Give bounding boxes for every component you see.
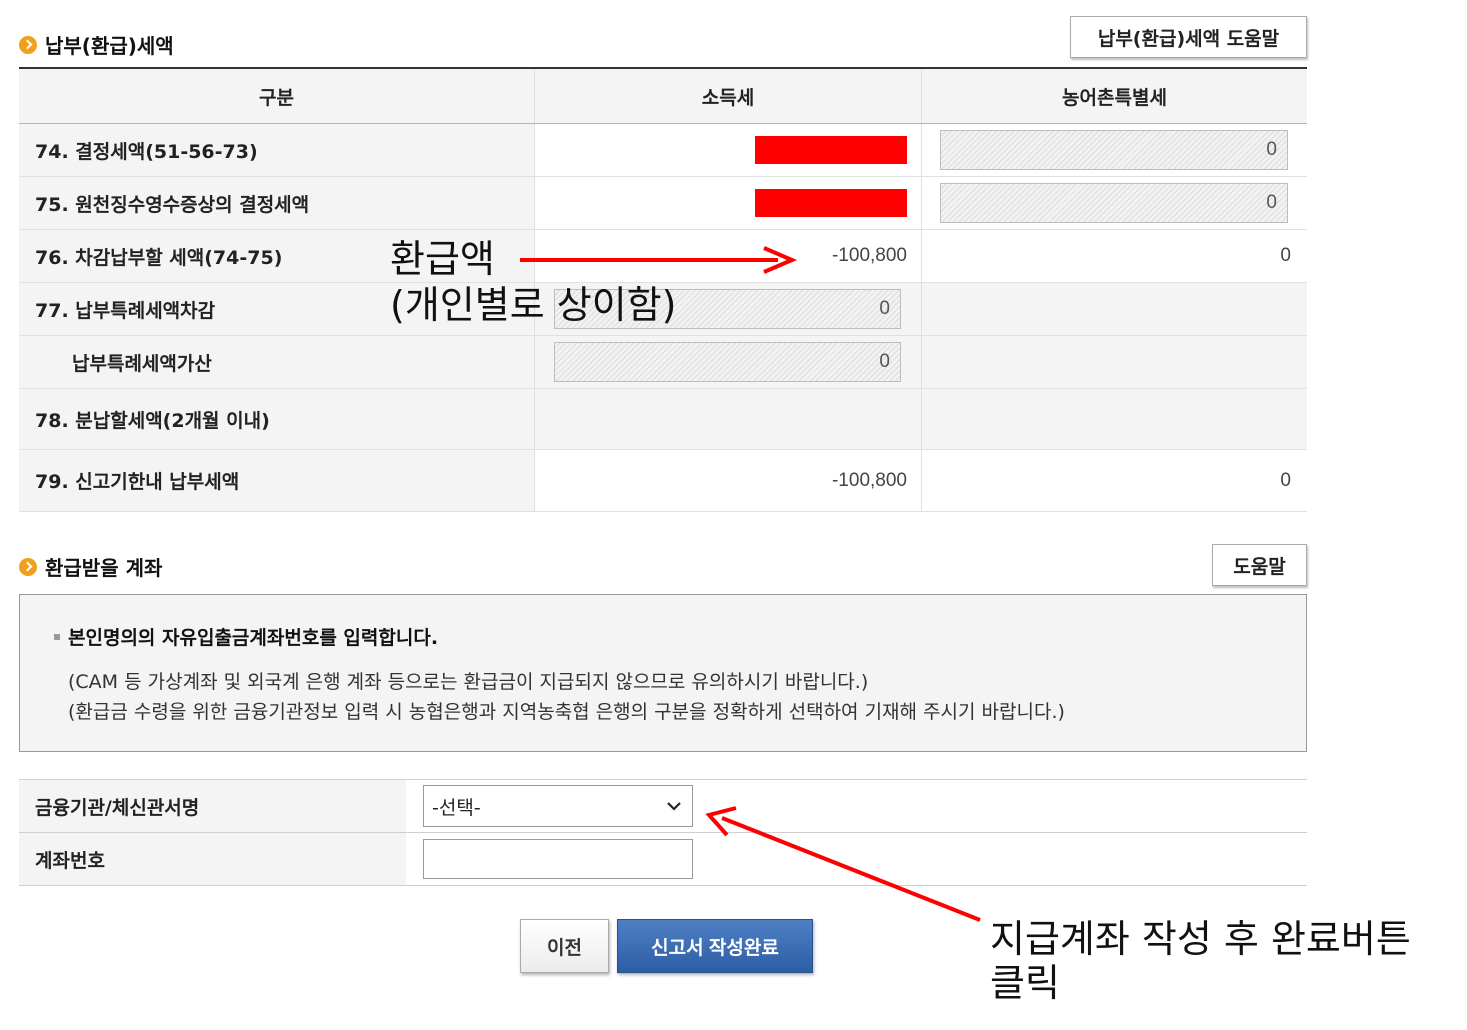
bank-cell: -선택- xyxy=(406,780,1307,832)
bank-label: 금융기관/체신관서명 xyxy=(19,780,406,832)
orange-bullet-icon xyxy=(19,557,37,576)
account-cell xyxy=(406,833,1307,885)
notice-main-text: 본인명의의 자유입출금계좌번호를 입력합니다. xyxy=(68,627,439,649)
income-tax-cell: -100,800 xyxy=(534,450,921,511)
income-tax-cell xyxy=(534,177,921,229)
bank-select[interactable]: -선택- xyxy=(423,785,693,827)
row-label: 79. 신고기한내 납부세액 xyxy=(19,450,534,511)
refund-help-button[interactable]: 도움말 xyxy=(1212,544,1307,586)
income-tax-cell xyxy=(534,389,921,449)
chevron-down-icon xyxy=(667,802,681,811)
notice-line-1: (CAM 등 가상계좌 및 외국계 은행 계좌 등으로는 환급금이 지급되지 않… xyxy=(68,671,869,693)
table-row: 74. 결정세액(51-56-73) 0 xyxy=(19,124,1307,177)
income-tax-cell: 0 xyxy=(534,336,921,388)
notice-line-2: (환급금 수령을 위한 금융기관정보 입력 시 농협은행과 지역농축협 은행의 … xyxy=(68,701,1065,723)
table-row: 납부특례세액가산 0 xyxy=(19,336,1307,389)
click-annotation-line1: 지급계좌 작성 후 완료버튼 xyxy=(990,917,1411,961)
bank-select-value: -선택- xyxy=(432,796,481,819)
account-number-input[interactable] xyxy=(423,839,693,879)
orange-bullet-icon xyxy=(19,35,37,54)
account-table: 금융기관/체신관서명 -선택- 계좌번호 xyxy=(19,779,1307,886)
income-tax-cell xyxy=(534,124,921,176)
rural-tax-cell: 0 xyxy=(921,450,1307,511)
redaction-box xyxy=(755,189,907,217)
complete-button[interactable]: 신고서 작성완료 xyxy=(617,919,813,973)
header-category: 구분 xyxy=(19,69,534,123)
rural-tax-value: 0 xyxy=(1280,245,1291,266)
header-rural-tax: 농어촌특별세 xyxy=(921,69,1307,123)
square-bullet-icon xyxy=(54,633,60,640)
rural-tax-value: 0 xyxy=(1280,469,1291,491)
refund-section-title: 환급받을 계좌 xyxy=(19,552,162,581)
redaction-box xyxy=(755,136,907,164)
prev-button[interactable]: 이전 xyxy=(520,919,609,973)
income-tax-cell: -100,800 xyxy=(534,230,921,282)
refund-annotation-line1: 환급액 xyxy=(390,237,495,281)
tax-table-header: 구분 소득세 농어촌특별세 xyxy=(19,69,1307,124)
refund-annotation-line2: (개인별로 상이함) xyxy=(390,283,677,327)
tax-help-button[interactable]: 납부(환급)세액 도움말 xyxy=(1070,16,1307,58)
special-addition-field: 0 xyxy=(554,342,901,382)
tax-section-title: 납부(환급)세액 xyxy=(19,30,174,59)
table-row: 78. 분납할세액(2개월 이내) xyxy=(19,389,1307,450)
row-label: 납부특례세액가산 xyxy=(19,336,534,388)
rural-tax-cell: 0 xyxy=(921,177,1307,229)
rural-tax-cell: 0 xyxy=(921,230,1307,282)
row-label: 74. 결정세액(51-56-73) xyxy=(19,124,534,176)
rural-tax-field: 0 xyxy=(940,183,1288,223)
rural-tax-cell xyxy=(921,283,1307,335)
table-row: 76. 차감납부할 세액(74-75) -100,800 0 xyxy=(19,230,1307,283)
row-label: 75. 원천징수영수증상의 결정세액 xyxy=(19,177,534,229)
rural-tax-field: 0 xyxy=(940,130,1288,170)
notice-box: 본인명의의 자유입출금계좌번호를 입력합니다. (CAM 등 가상계좌 및 외국… xyxy=(19,594,1307,752)
rural-tax-cell xyxy=(921,336,1307,388)
refund-section-title-text: 환급받을 계좌 xyxy=(45,556,163,580)
account-label: 계좌번호 xyxy=(19,833,406,885)
tax-section-title-text: 납부(환급)세액 xyxy=(45,34,174,58)
row-label: 78. 분납할세액(2개월 이내) xyxy=(19,389,534,449)
table-row: 79. 신고기한내 납부세액 -100,800 0 xyxy=(19,450,1307,512)
notice-main: 본인명의의 자유입출금계좌번호를 입력합니다. xyxy=(54,623,438,650)
header-income-tax: 소득세 xyxy=(534,69,921,123)
click-annotation-line2: 클릭 xyxy=(990,961,1060,1005)
rural-tax-cell xyxy=(921,389,1307,449)
bank-row: 금융기관/체신관서명 -선택- xyxy=(19,780,1307,833)
rural-tax-cell: 0 xyxy=(921,124,1307,176)
account-row: 계좌번호 xyxy=(19,833,1307,886)
income-tax-value: -100,800 xyxy=(831,469,907,491)
table-row: 75. 원천징수영수증상의 결정세액 0 xyxy=(19,177,1307,230)
income-tax-value: -100,800 xyxy=(831,245,907,266)
